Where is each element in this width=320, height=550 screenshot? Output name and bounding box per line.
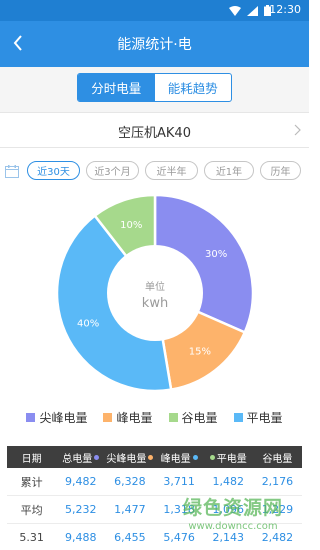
page-title: 能源统计·电	[117, 37, 192, 53]
row-date: 平均	[20, 503, 43, 517]
tab-time-of-use[interactable]: 分时电量	[78, 74, 155, 101]
legend-swatch	[103, 412, 113, 422]
slice-label: 15%	[189, 347, 211, 358]
row-date: 5.31	[19, 531, 44, 544]
tab-area: 分时电量 能耗趋势	[0, 67, 309, 112]
chevron-right-icon	[294, 124, 301, 136]
slice-label: 30%	[205, 249, 227, 260]
header-total: 总电量	[56, 450, 105, 465]
row-value: 3,711	[163, 475, 195, 488]
status-bar: 12:30	[0, 0, 309, 21]
legend-label: 峰电量	[116, 410, 153, 425]
filter-last-half-year[interactable]: 近半年	[145, 161, 198, 180]
header-valley: 谷电量	[262, 453, 293, 465]
chart-legend: 尖峰电量 峰电量 谷电量 平电量	[0, 408, 309, 426]
legend-item: 谷电量	[168, 408, 218, 426]
period-filter: 近30天 近3个月 近半年 近1年 历年	[0, 158, 309, 184]
table-row: 5.31 9,488 6,455 5,476 2,143 2,482	[7, 524, 302, 550]
row-value: 2,176	[261, 475, 294, 488]
wifi-icon	[229, 5, 241, 16]
row-value: 2,143	[212, 531, 245, 544]
header-sharp-peak: 尖峰电量	[105, 450, 154, 465]
dot-icon	[192, 454, 198, 460]
status-time: 12:30	[269, 3, 301, 16]
legend-swatch	[233, 412, 243, 422]
row-value: 1,482	[212, 475, 245, 488]
row-value: 9,482	[65, 475, 97, 488]
row-value: 5,476	[163, 531, 195, 544]
legend-item: 峰电量	[103, 408, 153, 426]
row-value: 9,488	[65, 531, 97, 544]
row-value: 1,477	[114, 503, 146, 516]
row-value: 1,096	[212, 503, 245, 516]
legend-swatch	[26, 412, 36, 422]
legend-label: 尖峰电量	[39, 410, 88, 425]
row-value: 2,482	[261, 531, 294, 544]
dot-icon	[148, 454, 154, 460]
row-value: 1,318	[163, 503, 195, 516]
center-label: 单位	[145, 280, 165, 293]
donut-hole	[107, 245, 203, 341]
signal-icon	[247, 5, 258, 16]
table-row: 平均 5,232 1,477 1,318 1,096 1,229	[7, 496, 302, 524]
energy-donut-chart: 单位 kwh 30% 15% 40% 10%	[55, 193, 255, 393]
row-value: 6,328	[114, 475, 146, 488]
tab-consumption-trend[interactable]: 能耗趋势	[155, 74, 232, 101]
energy-table: 日期 总电量 尖峰电量 峰电量 平电量 谷电量 累计 9,482 6,328 3,71…	[7, 446, 302, 550]
header-peak: 峰电量	[155, 450, 204, 465]
header-date: 日期	[21, 453, 42, 465]
row-date: 累计	[20, 475, 43, 489]
table-row: 累计 9,482 6,328 3,711 1,482 2,176	[7, 468, 302, 496]
table-header: 日期 总电量 尖峰电量 峰电量 平电量 谷电量	[7, 446, 302, 468]
filter-last-3-months[interactable]: 近3个月	[86, 161, 139, 180]
calendar-icon[interactable]	[5, 165, 19, 178]
filter-last-1-year[interactable]: 近1年	[204, 161, 254, 180]
slice-label: 40%	[77, 318, 99, 329]
table-body: 累计 9,482 6,328 3,711 1,482 2,176 平均 5,232 1,477 1…	[7, 468, 302, 550]
center-unit: kwh	[142, 296, 168, 311]
row-value: 5,232	[65, 503, 97, 516]
legend-item: 平电量	[233, 408, 283, 426]
filter-all-years[interactable]: 历年	[260, 161, 301, 180]
legend-label: 平电量	[246, 410, 283, 425]
header-flat: 平电量	[204, 450, 253, 465]
app-bar: 能源统计·电	[0, 21, 309, 67]
row-value: 6,455	[114, 531, 146, 544]
row-value: 1,229	[261, 503, 294, 516]
device-name: 空压机AK40	[118, 126, 191, 141]
segmented-control: 分时电量 能耗趋势	[77, 73, 232, 102]
legend-swatch	[168, 412, 178, 422]
device-selector[interactable]: 空压机AK40	[0, 112, 309, 148]
legend-item: 尖峰电量	[26, 408, 87, 426]
dot-icon	[209, 454, 215, 460]
slice-label: 10%	[120, 220, 142, 231]
dot-icon	[94, 454, 100, 460]
filter-last-30-days[interactable]: 近30天	[27, 161, 80, 180]
legend-label: 谷电量	[181, 410, 218, 425]
